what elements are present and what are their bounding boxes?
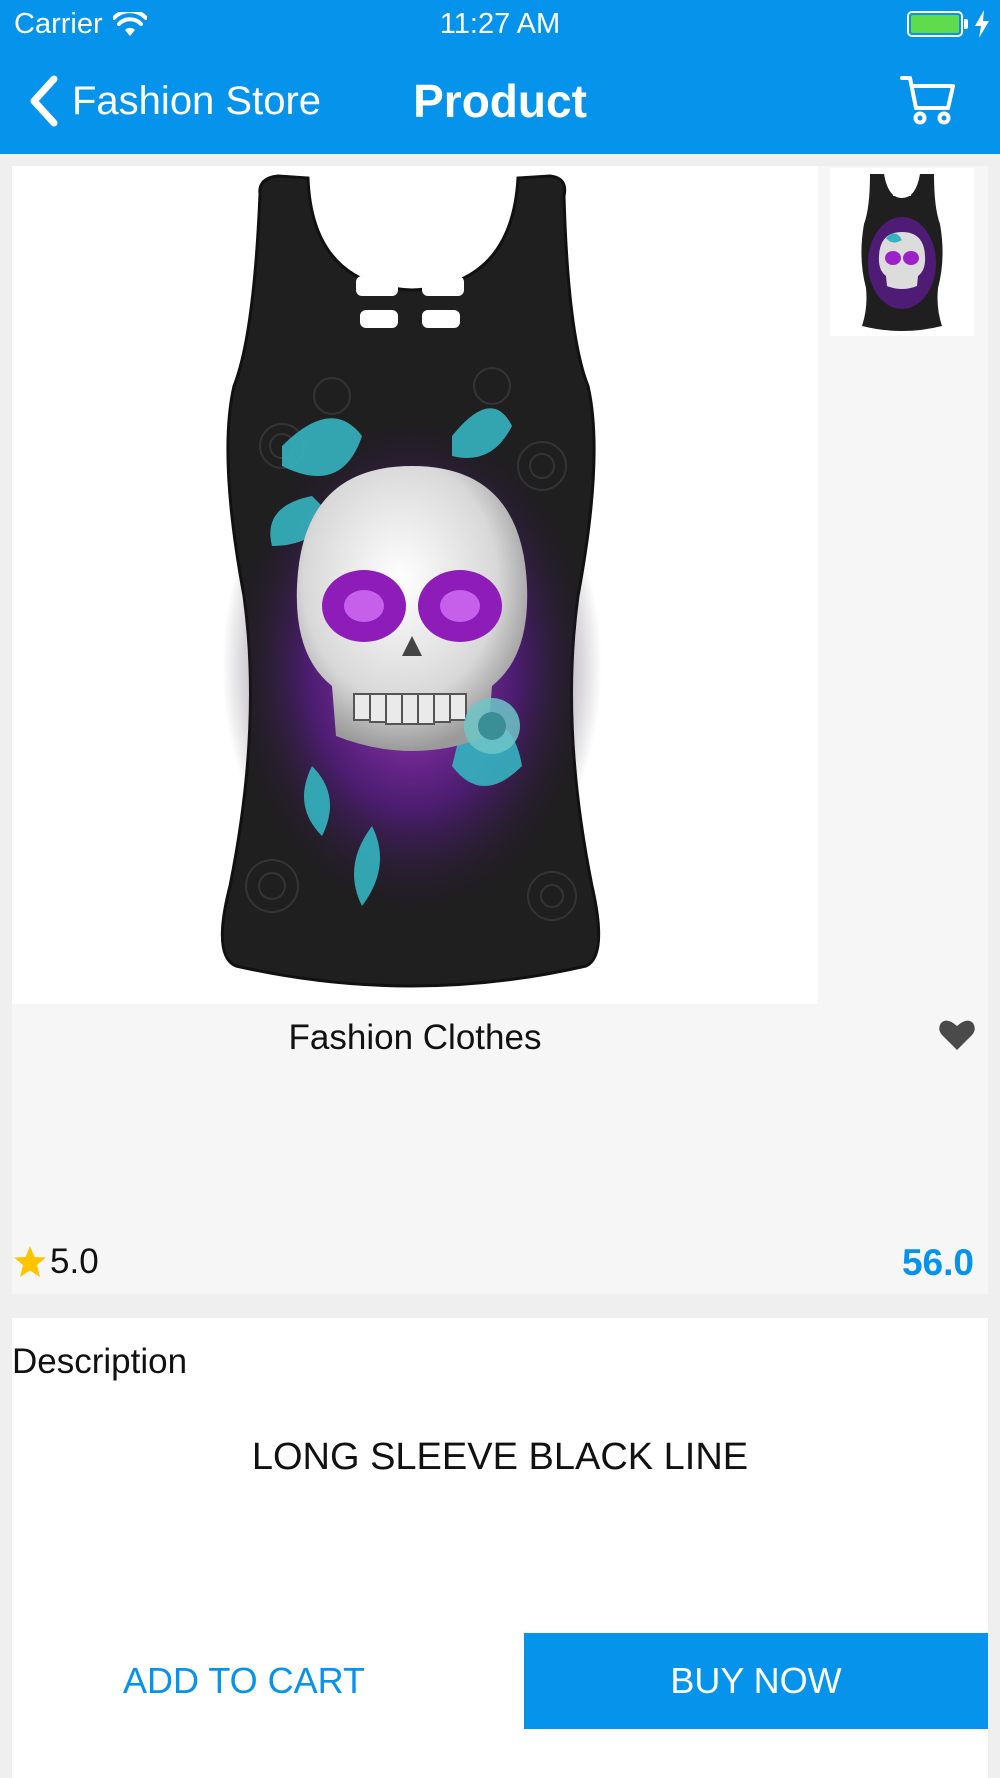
cart-icon xyxy=(900,76,955,125)
battery-nub xyxy=(964,19,968,29)
price: 56.0 xyxy=(901,1242,974,1283)
add-to-cart-button[interactable]: ADD TO CART xyxy=(12,1633,476,1729)
status-time: 11:27 AM xyxy=(439,8,561,40)
product-card: Fashion Clothes 5.0 56.0 xyxy=(12,166,988,1294)
buy-now-button[interactable]: BUY NOW xyxy=(524,1633,988,1729)
battery-level xyxy=(911,15,959,33)
rating-value: 5.0 xyxy=(50,1242,99,1281)
description-heading: Description xyxy=(12,1342,188,1381)
tank-top-thumbnail xyxy=(861,174,943,331)
charging-bolt-icon xyxy=(975,10,989,38)
battery-icon xyxy=(907,11,963,37)
favorite-button[interactable] xyxy=(938,1018,976,1052)
status-bar: Carrier 11:27 AM xyxy=(0,0,1000,50)
cart-button[interactable] xyxy=(900,74,956,126)
heart-icon xyxy=(939,1020,975,1050)
battery-indicator xyxy=(907,10,990,38)
rating: 5.0 xyxy=(12,1242,99,1282)
star-icon xyxy=(14,1246,46,1277)
navigation-bar: Fashion Store Product xyxy=(0,50,1000,154)
product-thumbnail[interactable] xyxy=(830,168,974,336)
product-name: Fashion Clothes xyxy=(288,1018,542,1057)
product-screen: Carrier 11:27 AM Fashion Store Product F… xyxy=(0,0,1000,1778)
tank-top-image xyxy=(220,174,602,988)
description-text: LONG SLEEVE BLACK LINE xyxy=(251,1436,749,1478)
product-main-image[interactable] xyxy=(12,166,818,1004)
description-card: Description LONG SLEEVE BLACK LINE ADD T… xyxy=(12,1318,988,1778)
top-bar: Carrier 11:27 AM Fashion Store Product xyxy=(0,0,1000,154)
page-title: Product xyxy=(413,75,587,127)
